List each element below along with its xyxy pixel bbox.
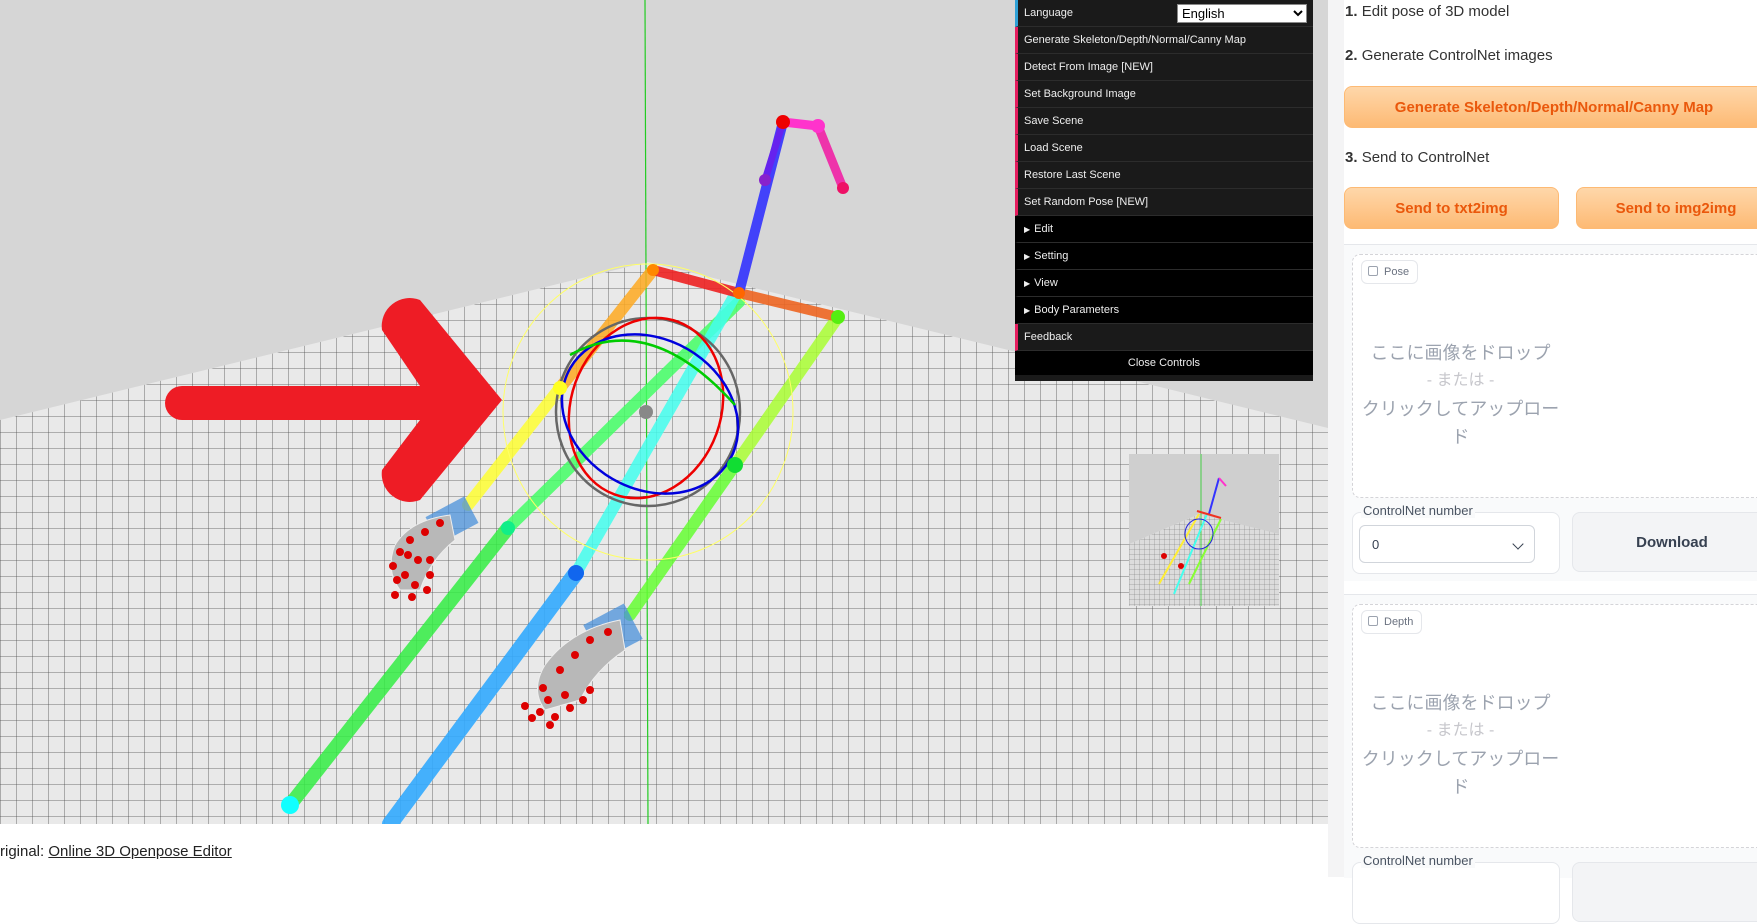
triangle-right-icon: ▶ [1024, 278, 1031, 288]
joint-head-right[interactable] [811, 119, 825, 133]
language-label: Language [1024, 7, 1073, 19]
depth-dropzone[interactable]: Depth ここに画像をドロップ - または - クリックしてアップロード [1352, 604, 1757, 848]
joint-hip-left[interactable] [501, 521, 515, 535]
folder-edit[interactable]: ▶ Edit [1015, 216, 1313, 243]
head-ear [813, 121, 848, 193]
send-to-txt2img-button[interactable]: Send to txt2img [1344, 187, 1559, 229]
step-2: 2. Generate ControlNet images [1345, 47, 1553, 64]
image-icon [1368, 616, 1378, 626]
step-3: 3. Send to ControlNet [1345, 149, 1490, 166]
joint-nose[interactable] [759, 174, 771, 186]
pose-dropzone[interactable]: Pose ここに画像をドロップ - または - クリックしてアップロード [1352, 254, 1757, 498]
joint-neck[interactable] [733, 287, 745, 299]
detect-from-image-button[interactable]: Detect From Image [NEW] [1015, 54, 1313, 81]
joint-shoulder-left[interactable] [647, 264, 659, 276]
save-scene-button[interactable]: Save Scene [1015, 108, 1313, 135]
pose-controlnet-select[interactable]: 0 [1359, 525, 1535, 563]
pose-controlnet-field: ControlNet number 0 [1352, 503, 1560, 574]
generate-maps-panel-button[interactable]: Generate Skeleton/Depth/Normal/Canny Map [1344, 86, 1757, 128]
pose-block: Pose ここに画像をドロップ - または - クリックしてアップロード Con… [1344, 244, 1757, 581]
pose-label: Pose [1361, 260, 1419, 284]
load-scene-button[interactable]: Load Scene [1015, 135, 1313, 162]
depth-controlnet-field: ControlNet number [1352, 853, 1560, 924]
set-background-image-button[interactable]: Set Background Image [1015, 81, 1313, 108]
gizmo-center[interactable] [639, 405, 653, 419]
depth-label: Depth [1361, 610, 1423, 634]
joint-foot-left[interactable] [281, 796, 299, 814]
joint-ear[interactable] [837, 182, 849, 194]
joint-head-top[interactable] [776, 115, 790, 129]
chevron-down-icon [1512, 538, 1524, 550]
joint-shoulder-right[interactable] [831, 310, 845, 324]
depth-block: Depth ここに画像をドロップ - または - クリックしてアップロード Co… [1344, 594, 1757, 924]
set-random-pose-button[interactable]: Set Random Pose [NEW] [1015, 189, 1313, 216]
pose-drop-text: ここに画像をドロップ - または - クリックしてアップロード [1361, 343, 1560, 447]
control-panel: Language English Generate Skeleton/Depth… [1015, 0, 1313, 381]
joint-hip-right[interactable] [568, 565, 584, 581]
triangle-right-icon: ▶ [1024, 251, 1031, 261]
image-icon [1368, 266, 1378, 276]
panel-divider [1328, 0, 1344, 877]
right-panel: 1. Edit pose of 3D model 2. Generate Con… [1344, 0, 1757, 924]
close-controls-button[interactable]: Close Controls [1015, 351, 1313, 375]
folder-body-parameters[interactable]: ▶ Body Parameters [1015, 297, 1313, 324]
feedback-button[interactable]: Feedback [1015, 324, 1313, 351]
joint-elbow-right[interactable] [727, 457, 743, 473]
send-to-img2img-button[interactable]: Send to img2img [1576, 187, 1757, 229]
original-editor-link[interactable]: Online 3D Openpose Editor [48, 843, 231, 860]
download-button[interactable]: Download [1572, 512, 1757, 572]
triangle-right-icon: ▶ [1024, 224, 1031, 234]
language-select[interactable]: English [1177, 3, 1307, 23]
folder-view[interactable]: ▶ View [1015, 270, 1313, 297]
joint-elbow-left[interactable] [553, 381, 567, 395]
camera-preview [1129, 454, 1279, 606]
generate-maps-button[interactable]: Generate Skeleton/Depth/Normal/Canny Map [1015, 27, 1313, 54]
footer-credit: riginal: Online 3D Openpose Editor [0, 843, 232, 860]
folder-setting[interactable]: ▶ Setting [1015, 243, 1313, 270]
language-row: Language English [1015, 0, 1313, 27]
depth-drop-text: ここに画像をドロップ - または - クリックしてアップロード [1361, 693, 1560, 797]
depth-download-button[interactable] [1572, 862, 1757, 922]
restore-last-scene-button[interactable]: Restore Last Scene [1015, 162, 1313, 189]
triangle-right-icon: ▶ [1024, 305, 1031, 315]
step-1: 1. Edit pose of 3D model [1345, 3, 1510, 20]
